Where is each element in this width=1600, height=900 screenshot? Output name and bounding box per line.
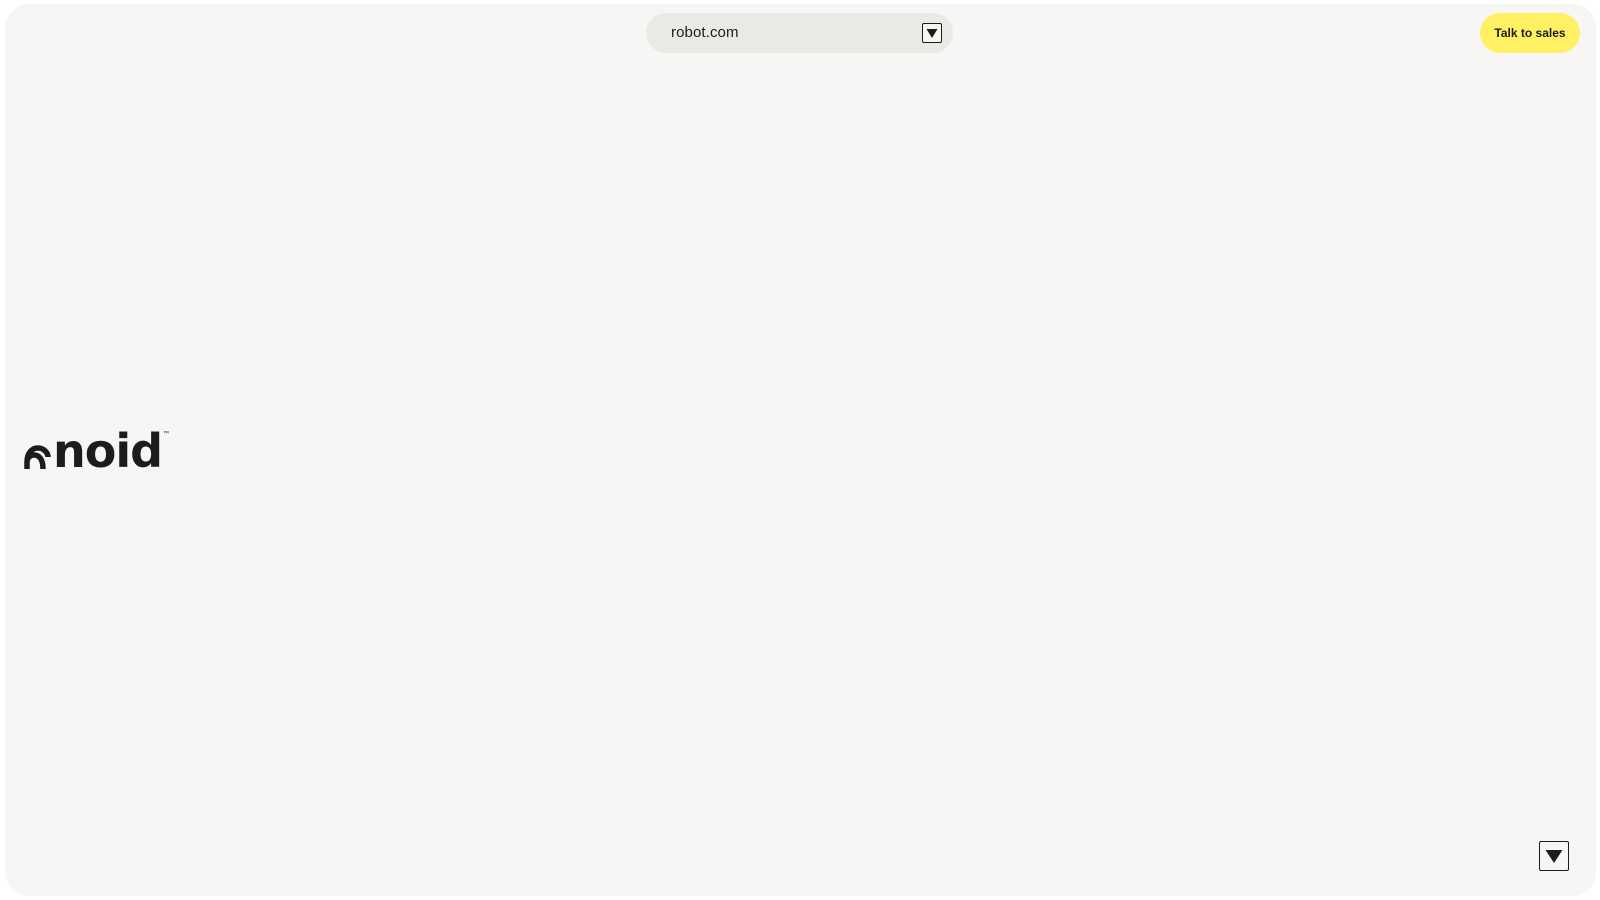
triangle-down-icon [1545, 849, 1563, 863]
url-text: robot.com [671, 24, 739, 41]
trademark-symbol: ™ [163, 431, 170, 437]
talk-to-sales-button[interactable]: Talk to sales [1480, 13, 1580, 53]
scroll-down-button[interactable] [1539, 841, 1569, 871]
url-dropdown-button[interactable] [922, 23, 942, 43]
logo-mark-icon [24, 445, 51, 470]
url-bar[interactable]: robot.com [646, 13, 953, 53]
brand-logo: noid ™ [24, 424, 170, 478]
logo-wordmark: noid [53, 424, 163, 478]
page-canvas: robot.com Talk to sales noid ™ [5, 4, 1596, 896]
triangle-down-icon [926, 28, 938, 38]
